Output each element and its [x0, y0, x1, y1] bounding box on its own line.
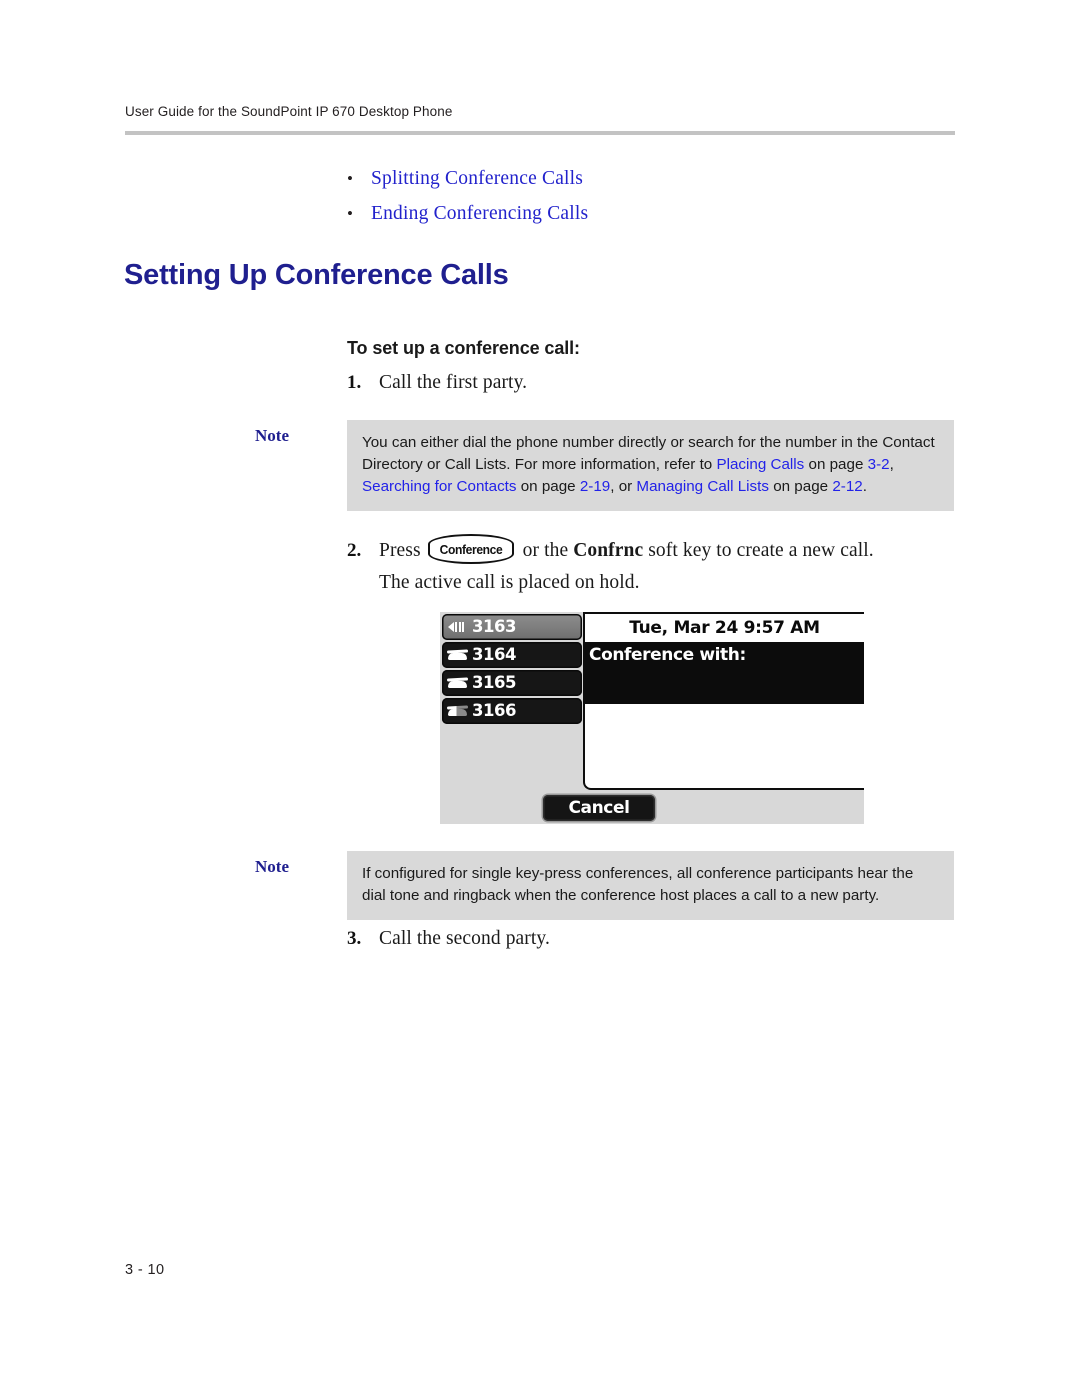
lcd-prompt-text: Conference with:: [589, 645, 746, 665]
section-link-list: • Splitting Conference Calls • Ending Co…: [347, 168, 957, 238]
running-header: User Guide for the SoundPoint IP 670 Des…: [125, 104, 955, 119]
line-key-label: 3164: [472, 644, 516, 664]
list-item[interactable]: • Ending Conferencing Calls: [347, 203, 957, 225]
phone-lcd-screenshot: 3163 3164 3165 3166 Tue, Mar 24 9:57 AM: [440, 612, 864, 824]
handset-icon: [446, 675, 469, 691]
step-number: 1.: [347, 372, 362, 393]
procedure-step-1: 1. Call the first party.: [347, 372, 527, 394]
note-segment: on page: [768, 478, 833, 495]
page-title: Setting Up Conference Calls: [124, 259, 509, 291]
procedure-step-2: 2. Press Conference or the Confrnc soft ke…: [347, 534, 874, 564]
link-page-2-19[interactable]: 2-19: [580, 478, 610, 495]
line-key-label: 3166: [472, 700, 516, 720]
note-segment: on page: [516, 478, 580, 495]
link-splitting-conference-calls[interactable]: Splitting Conference Calls: [371, 168, 583, 190]
step-text: Call the first party.: [379, 372, 528, 393]
line-key-3166[interactable]: 3166: [442, 698, 582, 724]
note-text: If configured for single key-press confe…: [362, 865, 914, 904]
running-header-title: User Guide for the SoundPoint IP 670 Des…: [125, 104, 453, 119]
note-label: Note: [255, 857, 289, 876]
note-segment: , or: [610, 478, 637, 495]
note-segment: on page: [804, 456, 868, 473]
procedure-title: To set up a conference call:: [347, 338, 580, 358]
step-text: Press Conference or the Confrnc soft key t…: [379, 534, 874, 564]
step-number: 2.: [347, 540, 362, 561]
link-page-3-2[interactable]: 3-2: [868, 456, 890, 473]
list-item[interactable]: • Splitting Conference Calls: [347, 168, 957, 190]
link-searching-for-contacts[interactable]: Searching for Contacts: [362, 478, 517, 495]
note-segment: ,: [889, 456, 894, 473]
step-text: Call the second party.: [379, 928, 550, 949]
link-placing-calls[interactable]: Placing Calls: [716, 456, 804, 473]
press-word: Press: [379, 540, 421, 561]
link-managing-call-lists[interactable]: Managing Call Lists: [636, 478, 769, 495]
line-key-label: 3163: [472, 616, 516, 636]
procedure-step-3: 3. Call the second party.: [347, 928, 550, 950]
link-page-2-12[interactable]: 2-12: [832, 478, 862, 495]
line-key-3164[interactable]: 3164: [442, 642, 582, 668]
step-text-after-key: or the: [522, 540, 569, 561]
softkey-name: Confrnc: [573, 540, 644, 561]
page-number: 3 - 10: [125, 1262, 165, 1278]
conference-key-graphic: Conference: [427, 534, 514, 564]
speaker-icon: [447, 619, 469, 635]
step-2-continuation: The active call is placed on hold.: [379, 572, 640, 593]
bullet-icon: •: [347, 169, 353, 188]
note-body: You can either dial the phone number dir…: [347, 420, 954, 511]
handset-icon: [446, 647, 469, 663]
note-label: Note: [255, 426, 289, 445]
handset-half-icon: [446, 703, 469, 719]
note-segment: .: [862, 478, 867, 495]
header-divider: [125, 131, 955, 135]
softkey-cancel[interactable]: Cancel: [543, 795, 655, 821]
keycap-label: Conference: [439, 541, 503, 557]
step-text-tail: soft key to create a new call.: [648, 540, 874, 561]
line-key-3163[interactable]: 3163: [442, 614, 582, 640]
line-key-3165[interactable]: 3165: [442, 670, 582, 696]
step-number: 3.: [347, 928, 362, 949]
bullet-icon: •: [347, 204, 353, 223]
lcd-datetime: Tue, Mar 24 9:57 AM: [629, 618, 820, 638]
softkey-label: Cancel: [568, 798, 630, 818]
link-ending-conferencing-calls[interactable]: Ending Conferencing Calls: [371, 203, 588, 225]
note-text: You can either dial the phone number dir…: [362, 432, 938, 498]
lcd-display-area: Tue, Mar 24 9:57 AM Conference with:: [583, 612, 864, 790]
line-key-column: 3163 3164 3165 3166: [442, 614, 582, 726]
lcd-status-bar: Tue, Mar 24 9:57 AM: [585, 614, 864, 642]
note-body: If configured for single key-press confe…: [347, 851, 954, 920]
line-key-label: 3165: [472, 672, 516, 692]
lcd-prompt-area: Conference with:: [585, 642, 864, 704]
